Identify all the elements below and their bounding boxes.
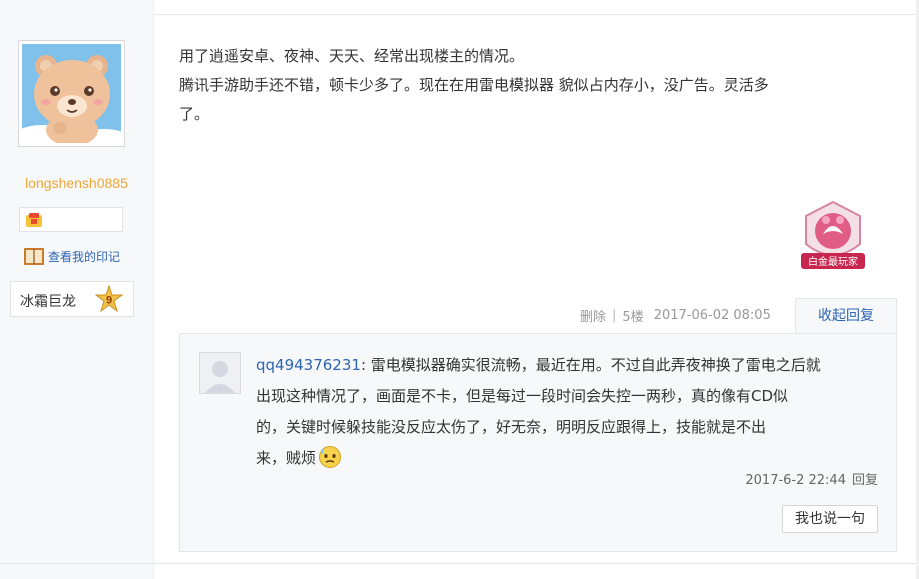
reply-panel: qq494376231: 雷电模拟器确实很流畅，最近在用。不过自此弄夜神换了雷电…: [179, 333, 897, 552]
reply-datetime: 2017-6-2 22:44: [745, 473, 846, 488]
default-avatar-icon: [200, 353, 240, 393]
bear-avatar-icon: [12, 44, 132, 153]
delete-link[interactable]: 删除: [580, 306, 606, 325]
author-sidebar: longshensh0885 查看我的印记 冰霜巨龙 9: [0, 0, 154, 579]
bottom-divider: [0, 563, 919, 564]
level-name: 冰霜巨龙: [20, 294, 76, 310]
reply-line: 出现这种情况了，画面是不卡，但是每过一段时间会失控一两秒，真的像有CD似: [256, 387, 789, 405]
medal-label: 白金最玩家: [808, 255, 858, 268]
say-something-button[interactable]: 我也说一句: [782, 505, 878, 533]
fold-replies-button[interactable]: 收起回复: [795, 298, 897, 334]
reply-meta: 2017-6-2 22:44 回复: [745, 469, 878, 488]
reply-line: 雷电模拟器确实很流畅，最近在用。不过自此弄夜神换了雷电之后就: [370, 356, 821, 374]
level-star-icon: 9: [95, 285, 123, 313]
level-number: 9: [106, 295, 112, 307]
reply-line: 来，贼烦: [256, 449, 317, 467]
post-tail: 删除 | 5楼 2017-06-02 08:05: [580, 303, 771, 327]
sweat-emoji-icon: [319, 446, 342, 468]
book-icon: [24, 248, 44, 265]
post-datetime: 2017-06-02 08:05: [653, 307, 771, 323]
post-line: 了。: [179, 105, 210, 123]
reply-colon: :: [360, 356, 371, 374]
post-line: 腾讯手游助手还不错，顿卡少多了。现在在用雷电模拟器 貌似占内存小，没广告。灵活多: [179, 76, 769, 94]
author-username[interactable]: longshensh0885: [0, 175, 153, 191]
badge-box: [19, 207, 123, 232]
reply-avatar[interactable]: [199, 352, 241, 394]
reply-username[interactable]: qq494376231: [256, 356, 361, 374]
floor-number: 5楼: [622, 309, 644, 325]
imprint-label: 查看我的印记: [48, 249, 121, 264]
post-line: 用了逍遥安卓、夜神、天天、经常出现楼主的情况。: [179, 47, 525, 65]
reply-line: 的，关键时候躲技能没反应太伤了，好无奈，明明反应跟得上，技能就是不出: [256, 418, 767, 436]
tail-separator: |: [612, 307, 617, 323]
view-imprint-link[interactable]: 查看我的印记: [23, 245, 120, 267]
badge-icon[interactable]: [25, 212, 43, 228]
medal-icon[interactable]: 白金最玩家: [794, 198, 872, 274]
post-content: 用了逍遥安卓、夜神、天天、经常出现楼主的情况。 腾讯手游助手还不错，顿卡少多了。…: [179, 42, 879, 129]
reply-content: qq494376231: 雷电模拟器确实很流畅，最近在用。不过自此弄夜神换了雷电…: [256, 350, 881, 474]
avatar[interactable]: [12, 40, 132, 153]
reply-link[interactable]: 回复: [852, 473, 878, 488]
level-box[interactable]: 冰霜巨龙 9: [10, 281, 134, 317]
